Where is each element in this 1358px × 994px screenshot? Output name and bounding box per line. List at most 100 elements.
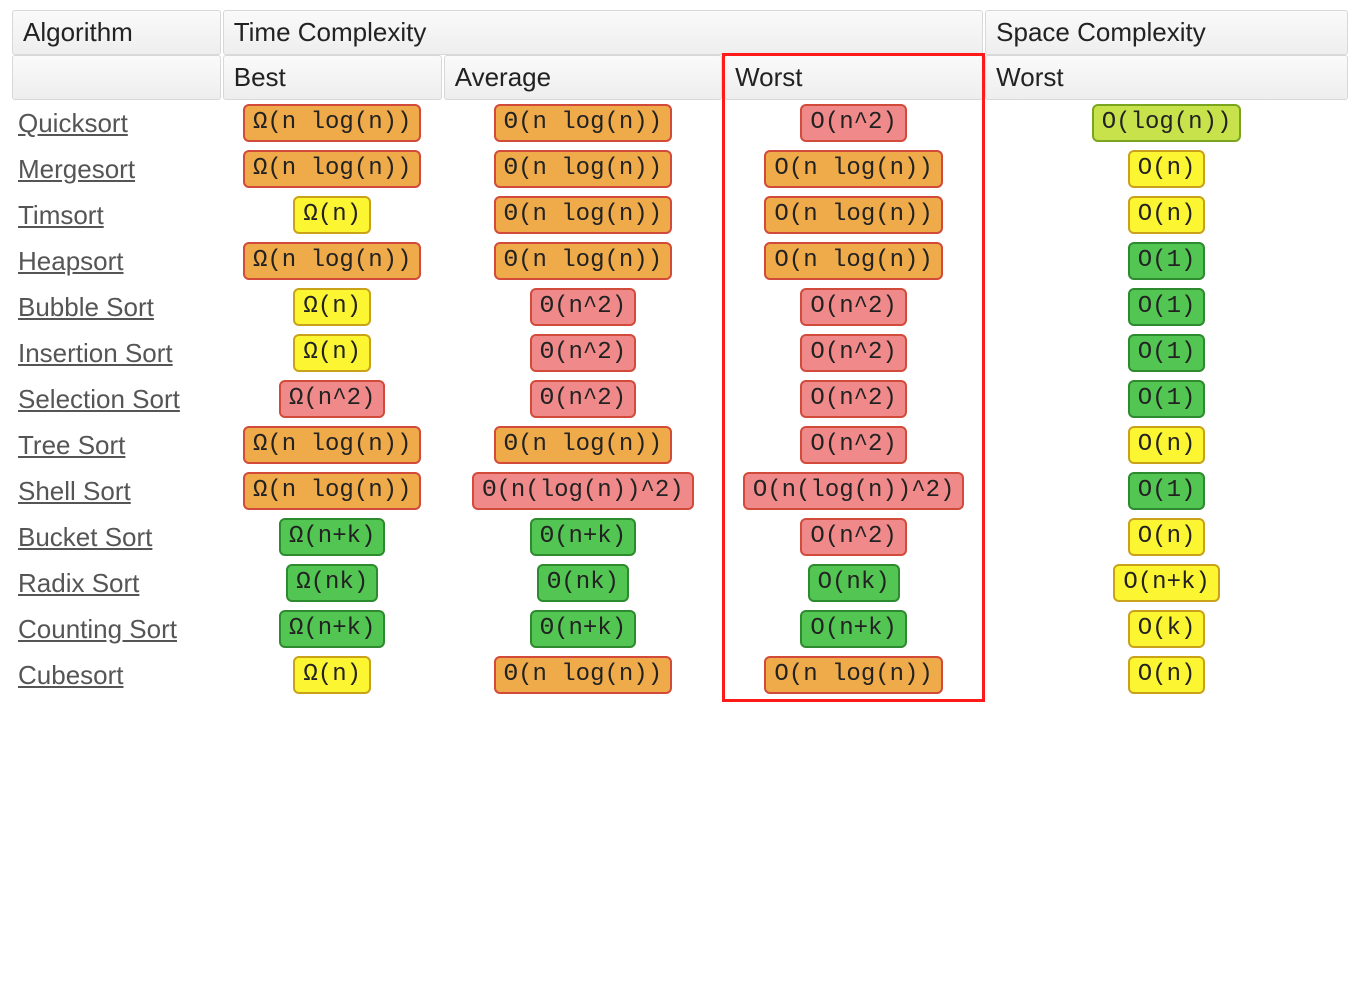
best-cell: Ω(n+k): [223, 514, 442, 560]
space-cell: O(n): [985, 514, 1348, 560]
algorithm-link[interactable]: Heapsort: [18, 246, 124, 276]
algorithm-cell: Tree Sort: [12, 422, 221, 468]
worst-cell: O(n^2): [724, 100, 983, 146]
algorithm-link[interactable]: Timsort: [18, 200, 104, 230]
table-row: Counting SortΩ(n+k)Θ(n+k)O(n+k)O(k): [12, 606, 1348, 652]
space-cell: O(1): [985, 468, 1348, 514]
space-cell: O(1): [985, 330, 1348, 376]
table-row: TimsortΩ(n)Θ(n log(n))O(n log(n))O(n): [12, 192, 1348, 238]
average-cell: Θ(n^2): [444, 376, 722, 422]
best-cell: Ω(n log(n)): [223, 468, 442, 514]
table-row: Bubble SortΩ(n)Θ(n^2)O(n^2)O(1): [12, 284, 1348, 330]
table-row: Selection SortΩ(n^2)Θ(n^2)O(n^2)O(1): [12, 376, 1348, 422]
header-average: Average: [444, 55, 722, 100]
best-cell: Ω(n): [223, 284, 442, 330]
header-algorithm: Algorithm: [12, 10, 221, 55]
average-cell: Θ(n log(n)): [444, 238, 722, 284]
algorithm-link[interactable]: Radix Sort: [18, 568, 139, 598]
best-cell: Ω(n): [223, 330, 442, 376]
complexity-badge: Ω(n log(n)): [243, 242, 421, 280]
complexity-badge: Θ(n^2): [530, 334, 636, 372]
complexity-badge: O(n): [1128, 150, 1206, 188]
algorithm-cell: Insertion Sort: [12, 330, 221, 376]
worst-cell: O(n log(n)): [724, 652, 983, 698]
complexity-badge: O(n log(n)): [764, 150, 942, 188]
worst-cell: O(n^2): [724, 330, 983, 376]
complexity-badge: Θ(n+k): [530, 610, 636, 648]
space-cell: O(1): [985, 376, 1348, 422]
algorithm-link[interactable]: Bubble Sort: [18, 292, 154, 322]
algorithm-link[interactable]: Tree Sort: [18, 430, 125, 460]
complexity-badge: O(n^2): [800, 426, 906, 464]
complexity-badge: Θ(n+k): [530, 518, 636, 556]
complexity-badge: Θ(n log(n)): [494, 656, 672, 694]
algorithm-cell: Bubble Sort: [12, 284, 221, 330]
complexity-badge: Ω(n log(n)): [243, 472, 421, 510]
algorithm-link[interactable]: Quicksort: [18, 108, 128, 138]
best-cell: Ω(n log(n)): [223, 422, 442, 468]
complexity-table: Algorithm Time Complexity Space Complexi…: [10, 10, 1350, 698]
complexity-badge: Θ(n log(n)): [494, 104, 672, 142]
algorithm-link[interactable]: Cubesort: [18, 660, 124, 690]
best-cell: Ω(n): [223, 192, 442, 238]
table-row: Mergesort Ω(n log(n))Θ(n log(n)) O(n log(n…: [12, 146, 1348, 192]
complexity-badge: O(nk): [808, 564, 900, 602]
complexity-badge: Ω(n): [293, 656, 371, 694]
best-cell: Ω(n log(n)): [223, 238, 442, 284]
header-time: Time Complexity: [223, 10, 983, 55]
average-cell: Θ(n log(n)): [444, 100, 722, 146]
algorithm-link[interactable]: Counting Sort: [18, 614, 177, 644]
algorithm-link[interactable]: Bucket Sort: [18, 522, 152, 552]
complexity-badge: O(n+k): [1113, 564, 1219, 602]
algorithm-link[interactable]: Shell Sort: [18, 476, 131, 506]
table-row: Quicksort Ω(n log(n)) Θ(n log(n)) O(n^2) O(l…: [12, 100, 1348, 146]
algorithm-cell: Shell Sort: [12, 468, 221, 514]
table-body: QuicksortΩ(n log(n))Θ(n log(n))O(n^2)O(l…: [12, 100, 1348, 698]
worst-cell: O(n+k): [724, 606, 983, 652]
algorithm-link[interactable]: Mergesort: [18, 154, 135, 184]
worst-cell: O(n^2): [724, 422, 983, 468]
average-cell: Θ(n^2): [444, 330, 722, 376]
space-cell: O(1): [985, 238, 1348, 284]
table-row: Insertion Sort Ω(n) Θ(n^2) O(n^2)O(1): [12, 330, 1348, 376]
algorithm-cell: Radix Sort: [12, 560, 221, 606]
complexity-badge: Θ(n log(n)): [494, 196, 672, 234]
algorithm-link[interactable]: Selection Sort: [18, 384, 180, 414]
complexity-badge: O(n log(n)): [764, 196, 942, 234]
average-cell: Θ(nk): [444, 560, 722, 606]
average-cell: Θ(n^2): [444, 284, 722, 330]
complexity-badge: O(n log(n)): [764, 656, 942, 694]
best-cell: Ω(nk): [223, 560, 442, 606]
complexity-badge: Ω(n log(n)): [243, 104, 421, 142]
space-cell: O(n): [985, 146, 1348, 192]
algorithm-cell: Quicksort: [12, 100, 221, 146]
space-cell: O(log(n)): [985, 100, 1348, 146]
algorithm-cell: Counting Sort: [12, 606, 221, 652]
complexity-table-wrap: Algorithm Time Complexity Space Complexi…: [10, 10, 1350, 698]
complexity-badge: O(n^2): [800, 104, 906, 142]
complexity-badge: Θ(n log(n)): [494, 242, 672, 280]
average-cell: Θ(n log(n)): [444, 652, 722, 698]
best-cell: Ω(n^2): [223, 376, 442, 422]
algorithm-link[interactable]: Insertion Sort: [18, 338, 173, 368]
complexity-badge: O(n^2): [800, 288, 906, 326]
complexity-badge: Ω(n^2): [279, 380, 385, 418]
space-cell: O(n+k): [985, 560, 1348, 606]
average-cell: Θ(n log(n)): [444, 146, 722, 192]
complexity-badge: Θ(n^2): [530, 380, 636, 418]
table-row: Tree Sort Ω(n log(n))Θ(n log(n)) O(n^2) O(n…: [12, 422, 1348, 468]
space-cell: O(n): [985, 422, 1348, 468]
header-worst: Worst: [724, 55, 983, 100]
complexity-badge: O(n): [1128, 426, 1206, 464]
space-cell: O(n): [985, 652, 1348, 698]
best-cell: Ω(n log(n)): [223, 146, 442, 192]
worst-cell: O(nk): [724, 560, 983, 606]
worst-cell: O(n(log(n))^2): [724, 468, 983, 514]
header-row-2: Best Average Worst Worst: [12, 55, 1348, 100]
header-row-1: Algorithm Time Complexity Space Complexi…: [12, 10, 1348, 55]
worst-cell: O(n^2): [724, 284, 983, 330]
average-cell: Θ(n log(n)): [444, 422, 722, 468]
table-row: HeapsortΩ(n log(n))Θ(n log(n))O(n log(n)…: [12, 238, 1348, 284]
average-cell: Θ(n(log(n))^2): [444, 468, 722, 514]
header-space: Space Complexity: [985, 10, 1348, 55]
